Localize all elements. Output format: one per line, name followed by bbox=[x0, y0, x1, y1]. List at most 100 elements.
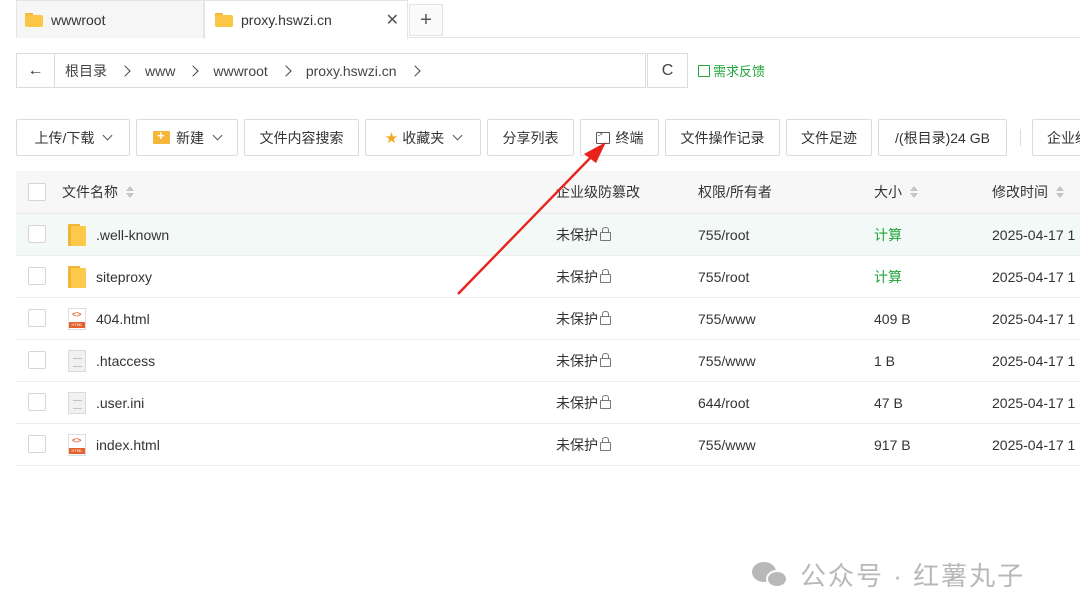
watermark-text: 公众号 · 红薯丸子 bbox=[800, 561, 1026, 591]
row-checkbox[interactable] bbox=[28, 435, 46, 453]
table-header: 文件名称 企业级防篡改 权限/所有者 大小 修改时间 bbox=[16, 171, 1080, 214]
html-file-icon bbox=[68, 307, 86, 330]
edit-icon bbox=[698, 64, 710, 77]
terminal-icon bbox=[595, 129, 610, 144]
unlock-icon[interactable] bbox=[600, 437, 611, 451]
tab-proxy-hswzi[interactable]: proxy.hswzi.cn ✕ bbox=[204, 0, 408, 39]
mtime: 2025-04-17 1 bbox=[992, 436, 1076, 453]
favorites-button[interactable]: ★ 收藏夹 bbox=[365, 119, 481, 156]
breadcrumb-root[interactable]: 根目录 bbox=[65, 61, 107, 81]
text-file-icon bbox=[68, 391, 86, 414]
protect-status[interactable]: 未保护 bbox=[556, 267, 598, 287]
column-name[interactable]: 文件名称 bbox=[62, 171, 134, 213]
select-all-checkbox[interactable] bbox=[28, 183, 46, 201]
row-checkbox[interactable] bbox=[28, 351, 46, 369]
watermark: 公众号 · 红薯丸子 bbox=[752, 556, 1025, 593]
mtime: 2025-04-17 1 bbox=[992, 394, 1076, 411]
row-checkbox[interactable] bbox=[28, 309, 46, 327]
table-row[interactable]: siteproxy 未保护 755/root 计算 2025-04-17 1 bbox=[16, 256, 1080, 298]
search-content-button[interactable]: 文件内容搜索 bbox=[244, 119, 359, 156]
size-calc-link[interactable]: 计算 bbox=[874, 214, 902, 255]
breadcrumb[interactable]: ← 根目录 www wwwroot proxy.hswzi.cn bbox=[16, 53, 646, 88]
tab-wwwroot[interactable]: wwwroot bbox=[16, 0, 204, 38]
text-file-icon bbox=[68, 349, 86, 372]
new-folder-icon bbox=[153, 128, 170, 144]
table-row[interactable]: index.html 未保护 755/www 917 B 2025-04-17 … bbox=[16, 424, 1080, 466]
chevron-right-icon bbox=[187, 64, 200, 77]
chevron-right-icon bbox=[119, 64, 131, 77]
sort-icon[interactable] bbox=[910, 186, 918, 198]
breadcrumb-wwwroot[interactable]: wwwroot bbox=[213, 63, 267, 79]
unlock-icon[interactable] bbox=[600, 353, 611, 367]
upload-download-button[interactable]: 上传/下载 bbox=[16, 119, 130, 156]
protect-status[interactable]: 未保护 bbox=[556, 309, 598, 329]
new-label: 新建 bbox=[176, 129, 204, 146]
file-size: 47 B bbox=[874, 394, 903, 411]
file-name[interactable]: siteproxy bbox=[96, 269, 152, 285]
back-icon[interactable]: ← bbox=[17, 54, 55, 87]
unlock-icon[interactable] bbox=[600, 227, 611, 241]
terminal-button[interactable]: 终端 bbox=[580, 119, 659, 156]
breadcrumb-proxy[interactable]: proxy.hswzi.cn bbox=[306, 63, 397, 79]
feedback-label: 需求反馈 bbox=[713, 64, 766, 79]
folder-icon bbox=[25, 12, 43, 27]
file-trace-button[interactable]: 文件足迹 bbox=[786, 119, 872, 156]
file-name[interactable]: .htaccess bbox=[96, 353, 155, 369]
column-mtime[interactable]: 修改时间 bbox=[992, 171, 1064, 213]
refresh-button[interactable]: C bbox=[647, 53, 688, 88]
unlock-icon[interactable] bbox=[600, 269, 611, 283]
row-checkbox[interactable] bbox=[28, 267, 46, 285]
feedback-link[interactable]: 需求反馈 bbox=[698, 61, 765, 80]
mtime: 2025-04-17 1 bbox=[992, 352, 1076, 369]
file-ops-log-button[interactable]: 文件操作记录 bbox=[665, 119, 780, 156]
file-name[interactable]: .well-known bbox=[96, 227, 169, 243]
table-row[interactable]: .user.ini 未保护 644/root 47 B 2025-04-17 1 bbox=[16, 382, 1080, 424]
table-row[interactable]: .htaccess 未保护 755/www 1 B 2025-04-17 1 bbox=[16, 340, 1080, 382]
star-icon: ★ bbox=[384, 129, 399, 147]
protect-status[interactable]: 未保护 bbox=[556, 351, 598, 371]
folder-icon bbox=[68, 223, 86, 246]
permission[interactable]: 755/www bbox=[698, 298, 756, 339]
tab-label: wwwroot bbox=[51, 11, 106, 28]
permission[interactable]: 755/root bbox=[698, 256, 749, 297]
file-size: 409 B bbox=[874, 310, 911, 327]
column-mtime-label: 修改时间 bbox=[992, 184, 1048, 200]
new-button[interactable]: 新建 bbox=[136, 119, 238, 156]
row-checkbox[interactable] bbox=[28, 225, 46, 243]
chevron-down-icon bbox=[212, 130, 223, 141]
enterprise-button[interactable]: 企业级 bbox=[1032, 119, 1080, 156]
size-calc-link[interactable]: 计算 bbox=[874, 256, 902, 297]
file-name[interactable]: index.html bbox=[96, 437, 160, 453]
row-checkbox[interactable] bbox=[28, 393, 46, 411]
unlock-icon[interactable] bbox=[600, 311, 611, 325]
protect-status[interactable]: 未保护 bbox=[556, 435, 598, 455]
chevron-down-icon bbox=[452, 130, 463, 141]
share-list-button[interactable]: 分享列表 bbox=[487, 119, 574, 156]
tab-label: proxy.hswzi.cn bbox=[241, 12, 332, 28]
file-name[interactable]: .user.ini bbox=[96, 395, 144, 411]
table-row[interactable]: .well-known 未保护 755/root 计算 2025-04-17 1 bbox=[16, 214, 1080, 256]
add-tab-button[interactable]: + bbox=[409, 4, 443, 36]
sort-icon[interactable] bbox=[126, 186, 134, 198]
mtime: 2025-04-17 1 bbox=[992, 268, 1076, 285]
file-name[interactable]: 404.html bbox=[96, 311, 150, 327]
favorites-label: 收藏夹 bbox=[402, 129, 445, 146]
column-size-label: 大小 bbox=[874, 184, 902, 200]
column-size[interactable]: 大小 bbox=[874, 171, 918, 213]
html-file-icon bbox=[68, 433, 86, 456]
permission[interactable]: 755/www bbox=[698, 424, 756, 465]
protect-status[interactable]: 未保护 bbox=[556, 225, 598, 245]
permission[interactable]: 644/root bbox=[698, 382, 749, 423]
disk-button[interactable]: /(根目录)24 GB bbox=[878, 119, 1007, 156]
table-row[interactable]: 404.html 未保护 755/www 409 B 2025-04-17 1 bbox=[16, 298, 1080, 340]
mtime: 2025-04-17 1 bbox=[992, 226, 1076, 243]
permission[interactable]: 755/www bbox=[698, 340, 756, 381]
protect-status[interactable]: 未保护 bbox=[556, 393, 598, 413]
close-icon[interactable]: ✕ bbox=[386, 10, 399, 30]
permission[interactable]: 755/root bbox=[698, 214, 749, 255]
breadcrumb-www[interactable]: www bbox=[145, 63, 175, 79]
folder-icon bbox=[68, 265, 86, 288]
file-size: 1 B bbox=[874, 352, 896, 369]
sort-icon[interactable] bbox=[1056, 186, 1064, 198]
unlock-icon[interactable] bbox=[600, 395, 611, 409]
